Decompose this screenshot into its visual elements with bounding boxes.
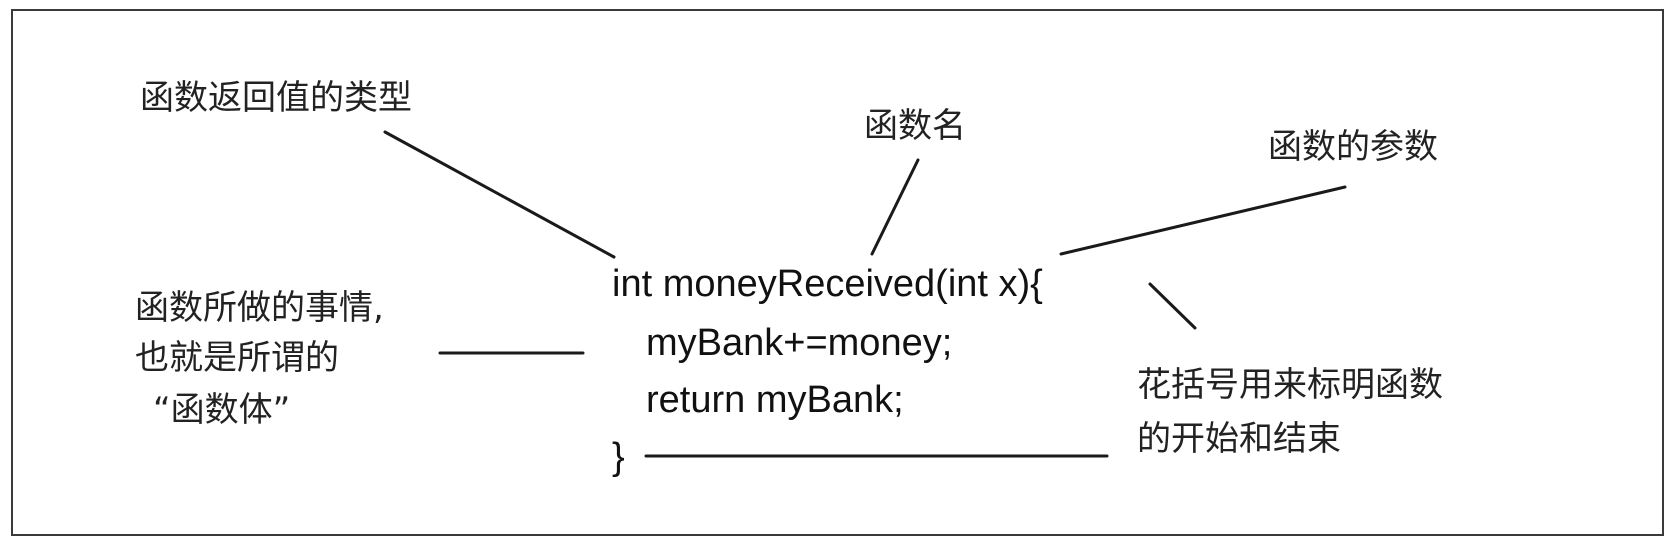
- leader-parameters: [1059, 185, 1347, 256]
- code-closing-brace: }: [612, 436, 625, 478]
- leader-return-type: [383, 130, 616, 259]
- code-return-statement: return myBank;: [646, 379, 904, 421]
- label-body-line2: 也就是所谓的: [135, 338, 339, 378]
- code-body-statement: myBank+=money;: [646, 322, 953, 364]
- label-parameters: 函数的参数: [1268, 127, 1438, 167]
- code-signature: int moneyReceived(int x){: [612, 263, 1043, 305]
- label-function-name: 函数名: [864, 106, 966, 146]
- leader-function-name: [870, 158, 920, 256]
- label-braces-line1: 花括号用来标明函数: [1137, 365, 1443, 405]
- leader-braces: [1148, 282, 1197, 330]
- label-body-line1: 函数所做的事情,: [135, 288, 384, 328]
- label-body-line3: “函数体”: [153, 390, 291, 430]
- label-braces-line2: 的开始和结束: [1137, 419, 1341, 459]
- label-return-type: 函数返回值的类型: [140, 78, 412, 118]
